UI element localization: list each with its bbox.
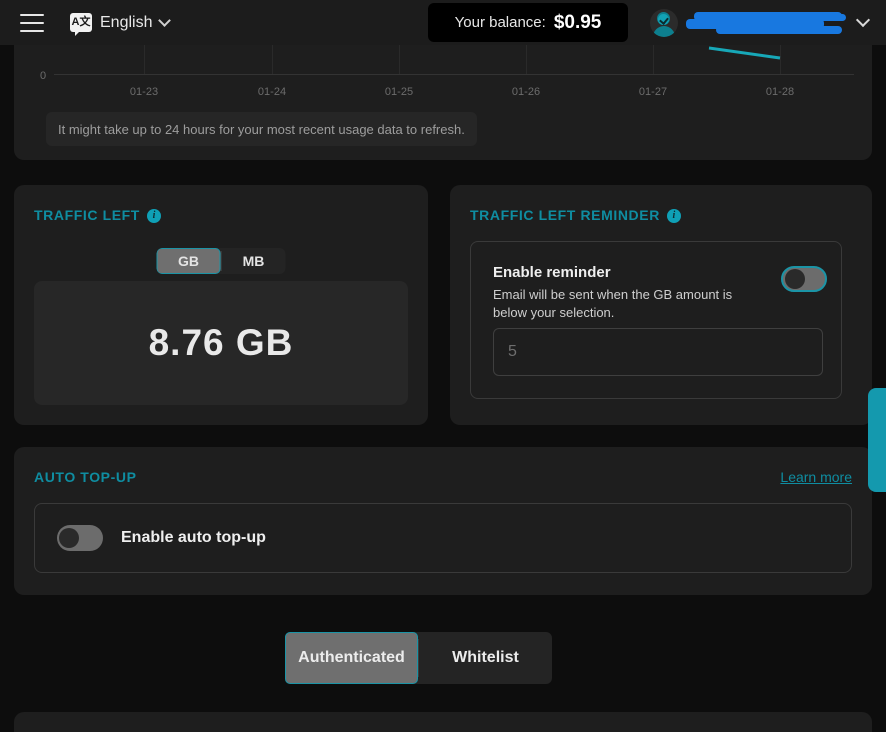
verified-user-avatar-icon — [650, 8, 678, 37]
enable-auto-topup-toggle[interactable] — [57, 525, 103, 551]
account-menu[interactable] — [650, 6, 871, 39]
reminder-threshold-input[interactable] — [493, 328, 823, 376]
reminder-inner-panel: Enable reminder Email will be sent when … — [470, 241, 842, 399]
balance-value: $0.95 — [553, 11, 602, 33]
info-icon[interactable]: i — [666, 208, 681, 223]
account-name-redacted — [686, 10, 846, 36]
x-axis-tick: 01-24 — [257, 86, 287, 98]
chevron-down-icon — [158, 14, 172, 27]
balance-label: Your balance: — [454, 14, 546, 31]
toggle-knob — [785, 269, 805, 289]
toggle-knob — [59, 528, 79, 548]
side-feedback-tab[interactable] — [868, 388, 886, 492]
traffic-left-value-box: 8.76 GB — [34, 281, 408, 405]
tab-whitelist[interactable]: Whitelist — [419, 632, 552, 684]
x-axis-tick: 01-28 — [765, 86, 795, 98]
hamburger-menu-icon[interactable] — [20, 13, 44, 32]
enable-reminder-description: Email will be sent when the GB amount is… — [493, 287, 733, 320]
translate-icon: A文 — [70, 13, 92, 36]
unit-toggle-gb[interactable]: GB — [156, 248, 221, 274]
tab-authenticated[interactable]: Authenticated — [285, 632, 418, 684]
traffic-left-reminder-card: Traffic left reminder i Enable reminder E… — [450, 185, 872, 425]
y-axis-tick-0: 0 — [40, 70, 47, 82]
auto-topup-title: Auto top-up — [34, 469, 137, 485]
language-selector[interactable]: A文 English — [70, 13, 172, 36]
info-icon[interactable]: i — [146, 208, 161, 223]
learn-more-link[interactable]: Learn more — [780, 469, 852, 485]
language-label: English — [100, 13, 153, 31]
x-axis-tick: 01-27 — [638, 86, 668, 98]
enable-auto-topup-label: Enable auto top-up — [121, 529, 266, 546]
traffic-left-card: Traffic left i GB MB 8.76 GB — [14, 185, 428, 425]
x-axis-tick: 01-23 — [129, 86, 159, 98]
enable-reminder-toggle[interactable] — [781, 266, 827, 292]
unit-toggle-mb[interactable]: MB — [222, 248, 286, 274]
chevron-down-icon — [855, 12, 871, 28]
enable-reminder-heading: Enable reminder — [493, 264, 611, 281]
traffic-left-reminder-title: Traffic left reminder — [470, 207, 660, 223]
access-method-tabs: Authenticated Whitelist — [285, 632, 552, 684]
usage-refresh-notice: It might take up to 24 hours for your mo… — [46, 112, 477, 146]
auto-topup-card: Auto top-up Learn more Enable auto top-u… — [14, 447, 872, 595]
traffic-left-title: Traffic left — [34, 207, 140, 223]
top-bar: A文 English Your balance: $0.95 — [0, 0, 886, 45]
balance-display: Your balance: $0.95 — [428, 3, 628, 42]
x-axis-tick: 01-26 — [511, 86, 541, 98]
unit-toggle-group: GB MB — [156, 248, 286, 274]
auto-topup-inner-panel: Enable auto top-up — [34, 503, 852, 573]
traffic-left-value: 8.76 GB — [148, 322, 294, 363]
next-section-card — [14, 712, 872, 732]
x-axis-tick: 01-25 — [384, 86, 414, 98]
